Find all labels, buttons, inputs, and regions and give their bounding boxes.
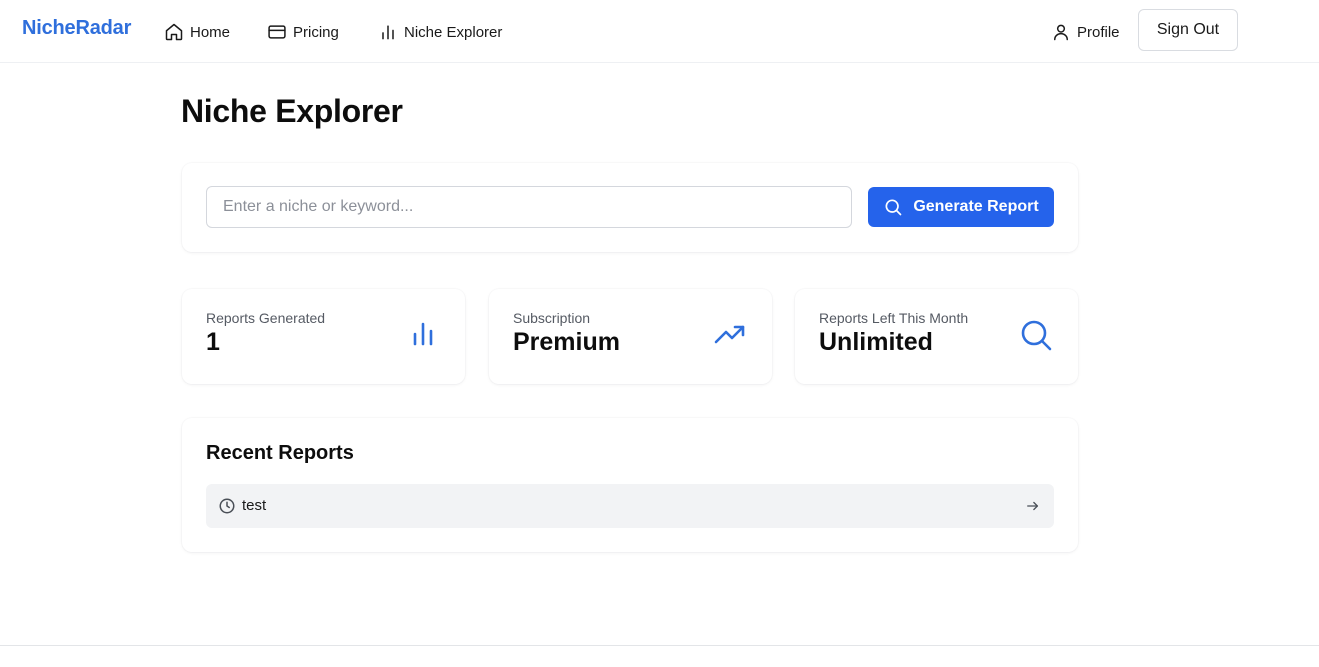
clock-icon [218,497,236,515]
search-card: Generate Report [182,163,1078,252]
top-navbar: NicheRadar Home Pricing Niche Explorer P… [0,0,1319,63]
nav-profile-link[interactable]: Profile [1051,21,1120,43]
stat-card-subscription: Subscription Premium [489,289,772,384]
recent-report-item[interactable]: test [206,484,1054,528]
nav-home-label: Home [190,23,231,41]
recent-reports-title: Recent Reports [206,442,354,464]
search-icon [1020,319,1052,351]
search-icon [883,197,903,217]
bar-chart-icon [378,22,398,42]
generate-report-label: Generate Report [913,198,1039,215]
user-icon [1051,22,1071,42]
nav-home-link[interactable]: Home [164,21,230,43]
recent-report-label: test [242,497,267,514]
trending-up-icon [714,319,746,351]
stat-value: Premium [513,328,620,356]
brand-logo[interactable]: NicheRadar [22,17,131,40]
stat-label: Reports Left This Month [819,310,969,326]
stat-label: Reports Generated [206,310,326,326]
nav-pricing-label: Pricing [293,23,339,41]
generate-report-button[interactable]: Generate Report [868,187,1054,227]
stat-label: Subscription [513,310,591,326]
bar-chart-icon [407,319,439,351]
credit-card-icon [267,22,287,42]
nav-niche-explorer-label: Niche Explorer [404,23,503,41]
nav-niche-explorer-link[interactable]: Niche Explorer [378,21,502,43]
sign-out-button[interactable]: Sign Out [1138,9,1238,51]
niche-search-input[interactable] [206,186,852,228]
stat-value: 1 [206,328,220,356]
home-icon [164,22,184,42]
footer-divider [0,645,1319,646]
recent-reports-card: Recent Reports test [182,418,1078,552]
nav-pricing-link[interactable]: Pricing [267,21,339,43]
stat-value: Unlimited [819,328,933,356]
stat-card-reports-left: Reports Left This Month Unlimited [795,289,1078,384]
stat-card-reports-generated: Reports Generated 1 [182,289,465,384]
page-title: Niche Explorer [181,93,403,129]
nav-profile-label: Profile [1077,23,1120,41]
arrow-right-icon[interactable] [1026,499,1040,513]
